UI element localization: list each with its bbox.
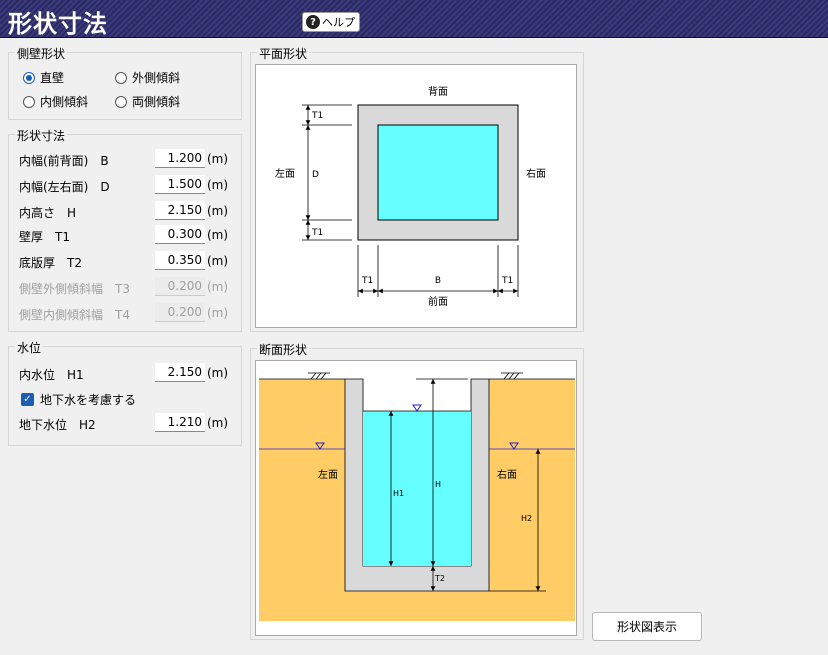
soil-bottom [345,591,489,621]
unit-label: (m) [207,254,229,268]
plan-view-legend: 平面形状 [257,45,310,62]
water-row-h2: 地下水位 H2 (m) [9,413,241,433]
dimension-label: 内幅(前背面) B [19,154,109,168]
plan-left-label: 左面 [275,167,295,180]
section-t2-label: T2 [434,574,445,583]
radio-dot-selected [23,71,35,84]
plan-t1-top-label: T1 [311,111,323,121]
soil-right [489,379,575,621]
wall-thickness-t1-input[interactable] [155,225,205,244]
show-shape-diagram-button[interactable]: 形状図表示 [592,612,702,641]
groundwater-checkbox-label: 地下水を考慮する [40,393,137,407]
radio-outer-slope[interactable]: 外側傾斜 [115,69,180,86]
dimension-row-t2: 底版厚 T2 (m) [9,251,241,271]
radio-dot [115,95,127,108]
section-h1-label: H1 [393,489,404,498]
unit-label: (m) [207,204,229,218]
radio-label: 両側傾斜 [132,95,181,109]
plan-t1-right-label: T1 [501,276,513,286]
plan-t1-left-label: T1 [361,276,373,286]
dimension-row-t1: 壁厚 T1 (m) [9,225,241,245]
plan-front-label: 前面 [428,295,448,308]
plan-right-label: 右面 [526,167,546,180]
water-level-group: 水位 内水位 H1 (m) ✓ 地下水を考慮する 地下水位 H2 (m) [8,339,242,446]
unit-label: (m) [207,366,229,380]
dimension-row-h: 内高さ H (m) [9,201,241,221]
help-button-label: ヘルプ [322,16,355,29]
dimension-label: 壁厚 T1 [19,230,70,244]
water-label: 地下水位 H2 [19,418,96,432]
base-thickness-t2-input[interactable] [155,251,205,270]
dimension-row-d: 内幅(左右面) D (m) [9,175,241,195]
width-d-input[interactable] [155,175,205,194]
dimension-row-b: 内幅(前背面) B (m) [9,149,241,169]
radio-dot [23,95,35,108]
help-button[interactable]: ? ヘルプ [302,12,360,32]
unit-label: (m) [207,416,229,430]
section-h-label: H [435,480,441,489]
dimension-label: 底版厚 T2 [19,256,82,270]
page-title: 形状寸法 [8,10,108,38]
width-b-input[interactable] [155,149,205,168]
radio-both-slope[interactable]: 両側傾斜 [115,93,180,110]
wall-shape-group: 側壁形状 直壁 外側傾斜 内側傾斜 両側傾斜 [8,45,242,120]
plan-view-diagram: 背面 前面 左面 右面 T1 D T1 T1 B T1 [275,85,546,308]
soil-left [259,379,345,621]
radio-label: 直壁 [40,71,65,85]
wall-shape-legend: 側壁形状 [15,45,68,62]
section-view-canvas: 左面 右面 H1 H H2 T2 [255,360,577,636]
groundwater-h2-input[interactable] [155,413,205,432]
dimension-label-disabled: 側壁内側傾斜幅 T4 [19,308,130,322]
section-view-diagram: 左面 右面 H1 H H2 T2 [259,372,575,621]
checkmark-icon: ✓ [21,393,34,406]
plan-back-label: 背面 [428,85,448,98]
inner-water-rect [377,124,499,221]
unit-label: (m) [207,228,229,242]
plan-b-label: B [435,276,441,286]
water-level-marker-icon [412,404,422,412]
section-left-label: 左面 [318,468,338,481]
dimension-label: 内幅(左右面) D [19,180,110,194]
unit-label: (m) [207,152,229,166]
inner-water [363,411,471,566]
plan-d-label: D [312,170,319,180]
section-right-label: 右面 [497,468,517,481]
plan-t1-bottom-label: T1 [311,228,323,238]
unit-label-disabled: (m) [207,280,229,294]
question-icon: ? [306,15,320,29]
radio-label: 内側傾斜 [40,95,89,109]
plan-view-canvas: 背面 前面 左面 右面 T1 D T1 T1 B T1 [255,64,577,328]
water-row-h1: 内水位 H1 (m) [9,363,241,383]
dimensions-group: 形状寸法 内幅(前背面) B (m) 内幅(左右面) D (m) 内高さ H (… [8,127,242,332]
dimension-row-t4: 側壁内側傾斜幅 T4 (m) [9,303,241,323]
dimension-label-disabled: 側壁外側傾斜幅 T3 [19,282,130,296]
section-view-legend: 断面形状 [257,341,310,358]
unit-label-disabled: (m) [207,306,229,320]
dimensions-legend: 形状寸法 [15,127,68,144]
radio-label: 外側傾斜 [132,71,181,85]
section-h2-label: H2 [521,514,532,523]
inner-slope-t4-input [155,303,205,322]
outer-slope-t3-input [155,277,205,296]
radio-inner-slope[interactable]: 内側傾斜 [23,93,88,110]
inner-water-h1-input[interactable] [155,363,205,382]
water-label: 内水位 H1 [19,368,84,382]
water-level-legend: 水位 [15,339,44,356]
radio-dot [115,71,127,84]
dimension-label: 内高さ H [19,206,77,220]
unit-label: (m) [207,178,229,192]
height-h-input[interactable] [155,201,205,220]
groundwater-checkbox[interactable]: ✓ 地下水を考慮する [21,391,136,408]
radio-straight-wall[interactable]: 直壁 [23,69,64,86]
title-bar: 形状寸法 ? ヘルプ [0,0,828,38]
dimension-row-t3: 側壁外側傾斜幅 T3 (m) [9,277,241,297]
